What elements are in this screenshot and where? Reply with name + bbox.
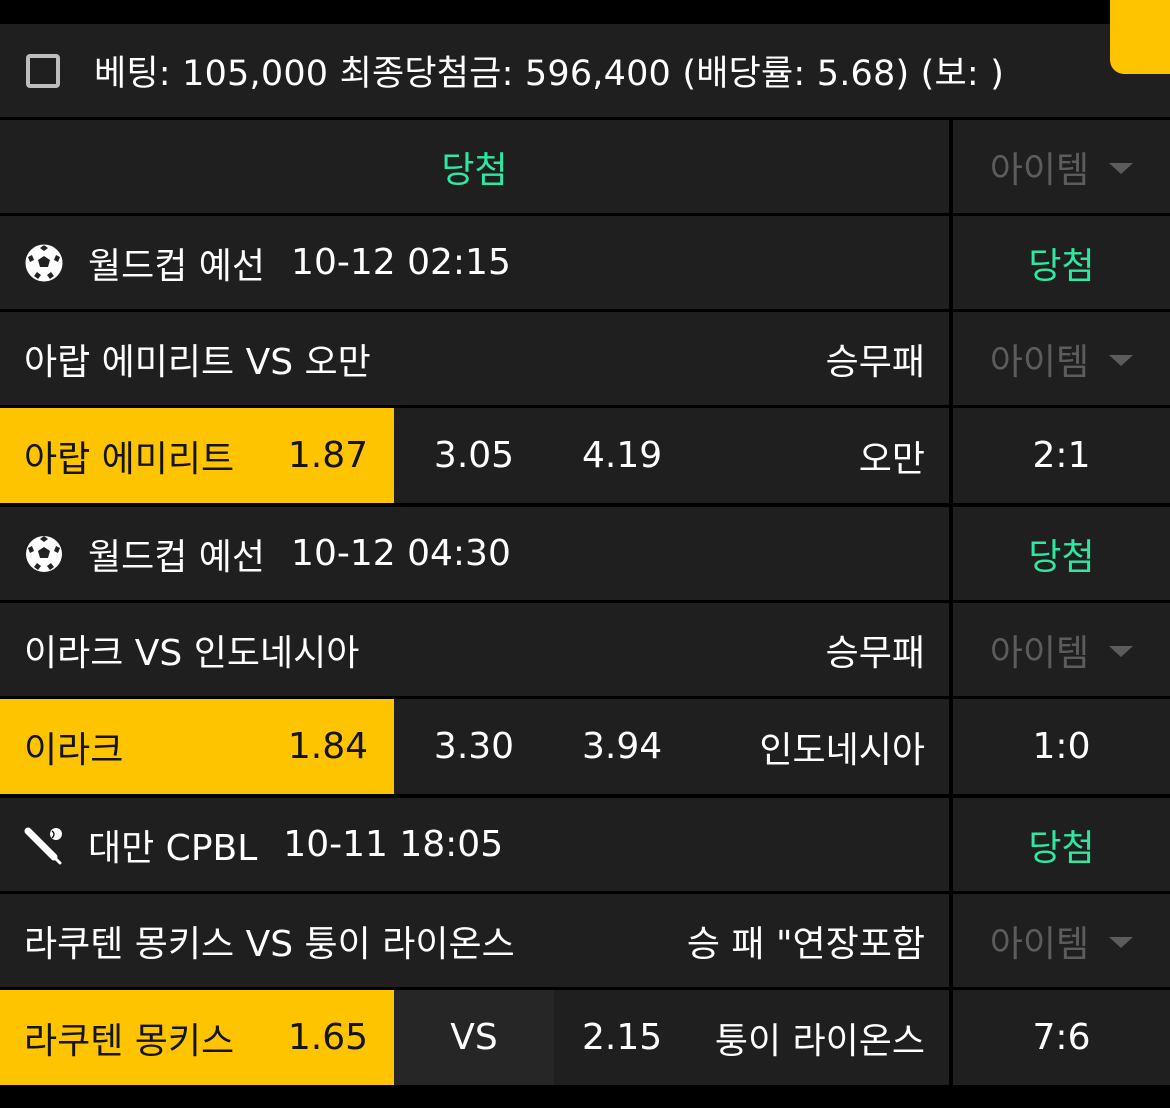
item-dropdown[interactable]: 아이템: [953, 120, 1170, 213]
game-header-1: 월드컵 예선 10-12 02:15 당첨: [0, 216, 1170, 309]
bet-summary-header: 베팅: 105,000 최종당첨금: 596,400 (배당률: 5.68) (…: [0, 24, 1170, 117]
away-team: 오만: [858, 438, 925, 480]
item-dropdown[interactable]: 아이템: [953, 894, 1170, 987]
corner-tab[interactable]: [1110, 0, 1170, 74]
match-title: 이라크 VS 인도네시아 승무패: [0, 603, 949, 696]
market-type: 승 패 "연장포함: [686, 923, 925, 965]
league-name: 대만 CPBL: [88, 827, 258, 869]
vs-cell: VS: [394, 990, 554, 1085]
match-name: 이라크 VS 인도네시아: [24, 632, 360, 674]
match-name: 아랍 에미리트 VS 오만: [24, 341, 371, 383]
game-result: 당첨: [953, 798, 1170, 891]
game-datetime: 10-12 04:30: [291, 533, 511, 574]
chevron-down-icon: [1109, 646, 1134, 657]
item-dropdown-label: 아이템: [989, 149, 1090, 191]
home-team: 이라크: [24, 729, 124, 771]
away-team: 인도네시아: [759, 729, 925, 771]
away-odds-cell[interactable]: 2.15 퉁이 라이온스: [554, 990, 949, 1085]
baseball-bat-icon: [24, 827, 62, 864]
match-title: 라쿠텐 몽키스 VS 퉁이 라이온스 승 패 "연장포함: [0, 894, 949, 987]
item-dropdown-label: 아이템: [989, 632, 1090, 674]
market-type: 승무패: [825, 632, 925, 674]
game-info: 대만 CPBL 10-11 18:05: [0, 798, 949, 891]
final-score: 7:6: [953, 990, 1170, 1085]
match-title: 아랍 에미리트 VS 오만 승무패: [0, 312, 949, 405]
away-odds: 3.94: [582, 726, 663, 767]
chevron-down-icon: [1109, 355, 1134, 366]
match-row-1: 아랍 에미리트 VS 오만 승무패 아이템: [0, 312, 1170, 405]
game-info: 월드컵 예선 10-12 04:30: [0, 507, 949, 600]
soccer-ball-icon: [25, 244, 63, 281]
status-row: 당첨 아이템: [0, 120, 1170, 213]
game-datetime: 10-12 02:15: [291, 242, 511, 283]
league-name: 월드컵 예선: [88, 536, 266, 578]
away-odds-cell[interactable]: 3.94 인도네시아: [554, 699, 949, 794]
home-odds-selected[interactable]: 라쿠텐 몽키스 1.65: [0, 990, 394, 1085]
away-odds: 4.19: [582, 435, 663, 476]
odds-row-1: 아랍 에미리트 1.87 3.05 4.19 오만 2:1: [0, 408, 1170, 503]
game-header-3: 대만 CPBL 10-11 18:05 당첨: [0, 798, 1170, 891]
home-odds-selected[interactable]: 아랍 에미리트 1.87: [0, 408, 394, 503]
home-odds-selected[interactable]: 이라크 1.84: [0, 699, 394, 794]
chevron-down-icon: [1109, 937, 1134, 948]
match-row-2: 이라크 VS 인도네시아 승무패 아이템: [0, 603, 1170, 696]
away-odds-cell[interactable]: 4.19 오만: [554, 408, 949, 503]
home-team: 라쿠텐 몽키스: [24, 1020, 235, 1062]
away-odds: 2.15: [582, 1017, 663, 1058]
home-odds: 1.87: [287, 435, 368, 476]
final-score: 1:0: [953, 699, 1170, 794]
item-dropdown-label: 아이템: [989, 923, 1090, 965]
bet-summary-text: 베팅: 105,000 최종당첨금: 596,400 (배당률: 5.68) (…: [94, 54, 1005, 94]
game-result: 당첨: [953, 507, 1170, 600]
match-row-3: 라쿠텐 몽키스 VS 퉁이 라이온스 승 패 "연장포함 아이템: [0, 894, 1170, 987]
game-header-2: 월드컵 예선 10-12 04:30 당첨: [0, 507, 1170, 600]
match-name: 라쿠텐 몽키스 VS 퉁이 라이온스: [24, 923, 515, 965]
final-score: 2:1: [953, 408, 1170, 503]
chevron-down-icon: [1109, 163, 1134, 174]
game-info: 월드컵 예선 10-12 02:15: [0, 216, 949, 309]
home-odds: 1.84: [287, 726, 368, 767]
soccer-ball-icon: [26, 535, 62, 572]
item-dropdown[interactable]: 아이템: [953, 603, 1170, 696]
game-result: 당첨: [953, 216, 1170, 309]
draw-odds[interactable]: 3.05: [394, 408, 554, 503]
odds-row-3: 라쿠텐 몽키스 1.65 VS 2.15 퉁이 라이온스 7:6: [0, 990, 1170, 1085]
select-bet-checkbox[interactable]: [26, 24, 68, 117]
item-dropdown[interactable]: 아이템: [953, 312, 1170, 405]
league-name: 월드컵 예선: [88, 245, 266, 287]
away-team: 퉁이 라이온스: [714, 1020, 925, 1062]
odds-row-2: 이라크 1.84 3.30 3.94 인도네시아 1:0: [0, 699, 1170, 794]
game-datetime: 10-11 18:05: [283, 824, 504, 865]
item-dropdown-label: 아이템: [989, 341, 1090, 383]
overall-result: 당첨: [0, 120, 949, 213]
draw-odds[interactable]: 3.30: [394, 699, 554, 794]
home-odds: 1.65: [287, 1017, 368, 1058]
market-type: 승무패: [825, 341, 925, 383]
home-team: 아랍 에미리트: [24, 438, 235, 480]
